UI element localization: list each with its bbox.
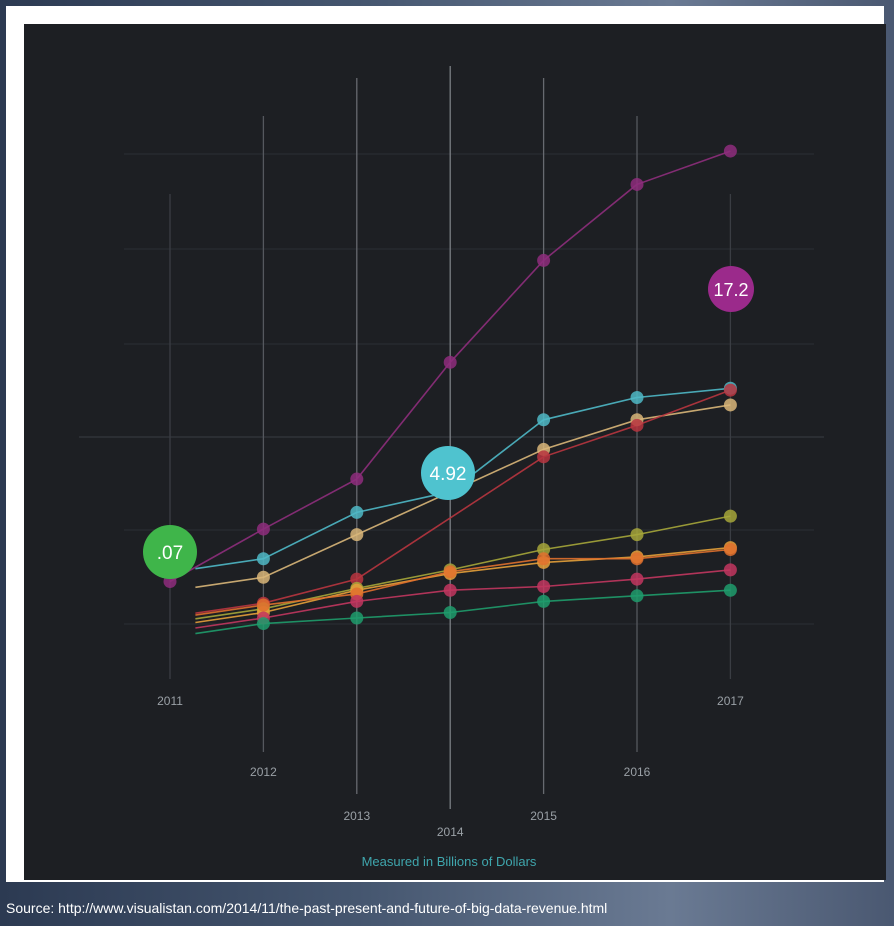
data-point-s8-2015	[537, 594, 551, 608]
data-point-s0-2017	[723, 144, 737, 158]
gridlines	[79, 66, 824, 809]
year-label-2017: 2017	[717, 694, 744, 708]
data-point-s6-2012	[256, 598, 270, 612]
data-point-s7-2014	[443, 583, 457, 597]
chart-plot-area: .07 4.92 17.2 2011 2012 2013 2014 2015 2016 2017…	[24, 24, 886, 880]
data-point-s8-2016	[630, 589, 644, 603]
year-label-2016: 2016	[624, 765, 651, 779]
data-point-s8-2017	[723, 583, 737, 597]
year-label-2013: 2013	[343, 809, 370, 823]
data-point-s7-2017	[723, 563, 737, 577]
data-point-s8-2012	[256, 617, 270, 631]
data-point-s7-2013	[350, 594, 364, 608]
data-point-s3-2015	[537, 450, 551, 464]
source-citation: Source: http://www.visualistan.com/2014/…	[6, 900, 608, 916]
data-point-s7-2016	[630, 572, 644, 586]
series-line-3	[195, 389, 731, 614]
data-point-s1-2016	[630, 391, 644, 405]
data-point-s0-2015	[537, 253, 551, 267]
series-line-6	[195, 548, 731, 616]
data-point-s4-2017	[723, 509, 737, 523]
year-label-2014: 2014	[437, 825, 464, 839]
data-point-s0-2014	[443, 355, 457, 369]
series-line-8	[195, 589, 731, 635]
data-point-s3-2017	[723, 383, 737, 397]
data-point-s6-2015	[537, 552, 551, 566]
data-point-s6-2016	[630, 552, 644, 566]
data-point-s6-2017	[723, 542, 737, 556]
callout-label-1: 4.92	[430, 464, 467, 485]
callout-label-2: 17.2	[713, 280, 748, 300]
data-point-s8-2013	[350, 611, 364, 625]
callout-label-0: .07	[157, 543, 183, 564]
big-data-revenue-chart: .07 4.92 17.2 2011 2012 2013 2014 2015 2016 2017…	[79, 66, 824, 869]
data-point-s1-2013	[350, 505, 364, 519]
data-point-s7-2015	[537, 580, 551, 594]
year-label-2011: 2011	[157, 694, 183, 708]
series-line-7	[195, 569, 731, 629]
data-point-s4-2016	[630, 528, 644, 542]
data-point-s2-2013	[350, 528, 364, 542]
data-point-s0-2016	[630, 177, 644, 191]
data-point-s1-2015	[537, 413, 551, 427]
data-point-s2-2012	[256, 570, 270, 584]
callouts: .07 4.92 17.2	[143, 266, 754, 579]
data-point-s0-2012	[256, 522, 270, 536]
data-point-s1-2012	[256, 552, 270, 566]
data-point-s0-2013	[350, 472, 364, 486]
chart-caption: Measured in Billions of Dollars	[362, 854, 537, 869]
data-point-s3-2016	[630, 418, 644, 432]
figure-frame: .07 4.92 17.2 2011 2012 2013 2014 2015 2016 2017…	[6, 6, 886, 882]
data-point-s8-2014	[443, 605, 457, 619]
series-line-2	[195, 404, 731, 589]
data-point-s2-2017	[723, 398, 737, 412]
year-label-2015: 2015	[530, 809, 557, 823]
data-point-s6-2014	[443, 565, 457, 579]
year-label-2012: 2012	[250, 765, 277, 779]
